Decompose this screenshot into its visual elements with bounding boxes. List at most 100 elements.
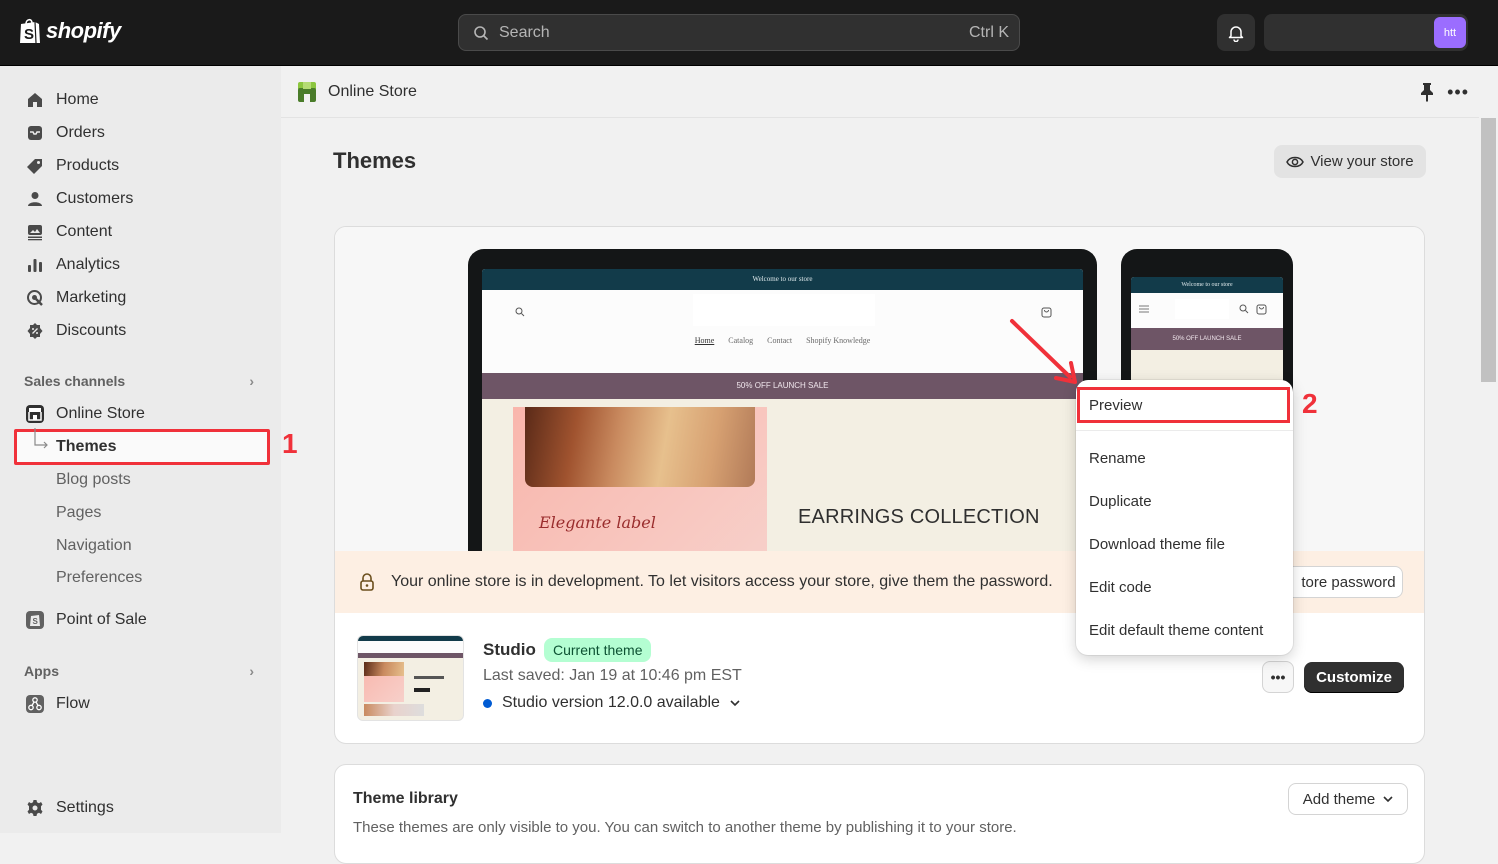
sidebar-item-discounts[interactable]: Discounts xyxy=(24,316,264,346)
search-placeholder: Search xyxy=(499,23,550,41)
menu-item-edit-code[interactable]: Edit code xyxy=(1089,572,1152,602)
eye-icon xyxy=(1286,156,1305,167)
preview-nav-knowledge: Shopify Knowledge xyxy=(806,336,871,345)
sidebar-item-label: Discounts xyxy=(56,322,127,339)
sidebar-item-blog-posts[interactable]: Blog posts xyxy=(56,465,131,495)
target-icon xyxy=(24,287,46,309)
mobile-logo xyxy=(1175,299,1229,319)
preview-nav-contact: Contact xyxy=(767,336,793,345)
sidebar-item-label: Home xyxy=(56,91,99,108)
sidebar-item-home[interactable]: Home xyxy=(24,85,264,115)
chevron-right-icon: › xyxy=(249,663,254,679)
banner-message: Your online store is in development. To … xyxy=(391,573,1053,590)
version-update-toggle[interactable]: Studio version 12.0.0 available xyxy=(483,694,740,712)
sidebar-item-content[interactable]: Content xyxy=(24,217,264,247)
sidebar-item-label: Analytics xyxy=(56,256,121,273)
last-saved-text: Last saved: Jan 19 at 10:46 pm EST xyxy=(483,667,742,684)
search-icon xyxy=(474,25,489,40)
sidebar-item-orders[interactable]: Orders xyxy=(24,118,264,148)
top-bar: S shopify Search Ctrl K htt xyxy=(0,0,1498,66)
sidebar-item-themes-highlight[interactable] xyxy=(14,429,270,465)
preview-header: Home Catalog Contact Shopify Knowledge xyxy=(482,290,1083,373)
customize-button[interactable]: Customize xyxy=(1304,662,1404,693)
shopify-bag-icon: S xyxy=(20,18,40,44)
sidebar-item-label: Settings xyxy=(56,799,114,816)
sidebar-item-settings[interactable]: Settings xyxy=(24,793,264,823)
person-icon xyxy=(24,188,46,210)
flow-icon xyxy=(24,693,46,715)
pin-button[interactable] xyxy=(1419,82,1435,107)
sidebar-item-products[interactable]: Products xyxy=(24,151,264,181)
preview-necklace-photo xyxy=(525,407,755,487)
discount-icon xyxy=(24,320,46,342)
sidebar-item-label: Products xyxy=(56,157,120,174)
sales-channels-header[interactable]: Sales channels › xyxy=(24,373,264,389)
image-icon xyxy=(24,221,46,243)
preview-logo xyxy=(693,294,875,326)
theme-library-card: Theme library These themes are only visi… xyxy=(334,764,1425,864)
preview-hero-image: Elegante label xyxy=(513,407,767,569)
add-theme-label: Add theme xyxy=(1302,790,1376,808)
gear-icon xyxy=(24,797,46,819)
notifications-button[interactable] xyxy=(1217,14,1255,51)
lock-icon xyxy=(360,573,374,591)
mobile-search-icon xyxy=(1239,304,1249,314)
theme-name: Studio xyxy=(483,640,536,659)
annotation-step-2: 2 xyxy=(1302,388,1318,419)
chevron-down-icon xyxy=(730,699,740,706)
add-theme-button[interactable]: Add theme xyxy=(1288,783,1408,815)
sidebar-item-online-store[interactable]: Online Store xyxy=(24,399,264,429)
apps-label: Apps xyxy=(24,663,59,679)
sidebar-item-point-of-sale[interactable]: S Point of Sale xyxy=(24,605,264,635)
sidebar-item-analytics[interactable]: Analytics xyxy=(24,250,264,280)
version-text: Studio version 12.0.0 available xyxy=(502,694,720,711)
sidebar-item-preferences[interactable]: Preferences xyxy=(56,563,142,593)
preview-announcement: Welcome to our store xyxy=(482,269,1083,290)
preview-cart-icon xyxy=(1041,307,1052,318)
sidebar-item-flow[interactable]: Flow xyxy=(24,689,264,719)
apps-header[interactable]: Apps › xyxy=(24,663,264,679)
sidebar-item-themes[interactable]: Themes xyxy=(56,432,116,462)
chevron-down-icon xyxy=(1383,795,1393,802)
tag-icon xyxy=(24,155,46,177)
preview-highlight-box xyxy=(1077,387,1290,423)
desktop-preview: Welcome to our store Home Catalog Contac… xyxy=(468,249,1097,569)
sidebar-item-pages[interactable]: Pages xyxy=(56,498,101,528)
mobile-cart-icon xyxy=(1256,304,1267,315)
theme-thumbnail[interactable] xyxy=(357,635,464,721)
chevron-right-icon: › xyxy=(249,373,254,389)
svg-text:S: S xyxy=(33,617,39,626)
search-shortcut: Ctrl K xyxy=(969,23,1009,41)
menu-item-duplicate[interactable]: Duplicate xyxy=(1089,486,1152,516)
shopify-wordmark: shopify xyxy=(46,18,121,43)
theme-library-title: Theme library xyxy=(353,790,458,807)
scrollbar-thumb[interactable] xyxy=(1481,118,1496,382)
bell-icon xyxy=(1228,25,1244,42)
preview-sale-bar: 50% OFF LAUNCH SALE xyxy=(482,373,1083,399)
sidebar-item-label: Content xyxy=(56,223,113,240)
menu-item-rename[interactable]: Rename xyxy=(1089,443,1146,473)
sidebar-item-label: Marketing xyxy=(56,289,127,306)
shopify-logo[interactable]: S shopify xyxy=(18,17,121,45)
more-actions-button[interactable]: ••• xyxy=(1447,82,1469,103)
sidebar-item-label: Customers xyxy=(56,190,134,207)
search-input[interactable]: Search Ctrl K xyxy=(458,14,1020,51)
pos-icon: S xyxy=(24,609,46,631)
sidebar-item-label: Orders xyxy=(56,124,105,141)
mobile-announcement: Welcome to our store xyxy=(1131,277,1283,293)
sidebar-item-marketing[interactable]: Marketing xyxy=(24,283,264,313)
sidebar-item-customers[interactable]: Customers xyxy=(24,184,264,214)
sidebar-item-navigation[interactable]: Navigation xyxy=(56,531,132,561)
preview-nav: Home Catalog Contact Shopify Knowledge xyxy=(482,336,1083,345)
view-your-store-button[interactable]: View your store xyxy=(1274,145,1426,178)
inbox-icon xyxy=(24,122,46,144)
theme-actions-button[interactable]: ••• xyxy=(1262,661,1294,693)
sidebar-item-label: Point of Sale xyxy=(56,611,147,628)
desktop-preview-screen: Welcome to our store Home Catalog Contac… xyxy=(482,269,1083,569)
preview-collection-title: EARRINGS COLLECTION xyxy=(798,506,1040,528)
menu-divider xyxy=(1076,430,1293,431)
pin-icon xyxy=(1421,83,1433,102)
account-menu-button[interactable]: htt xyxy=(1264,14,1468,51)
menu-item-edit-default-theme-content[interactable]: Edit default theme content xyxy=(1089,615,1263,645)
menu-item-download-theme-file[interactable]: Download theme file xyxy=(1089,529,1225,559)
